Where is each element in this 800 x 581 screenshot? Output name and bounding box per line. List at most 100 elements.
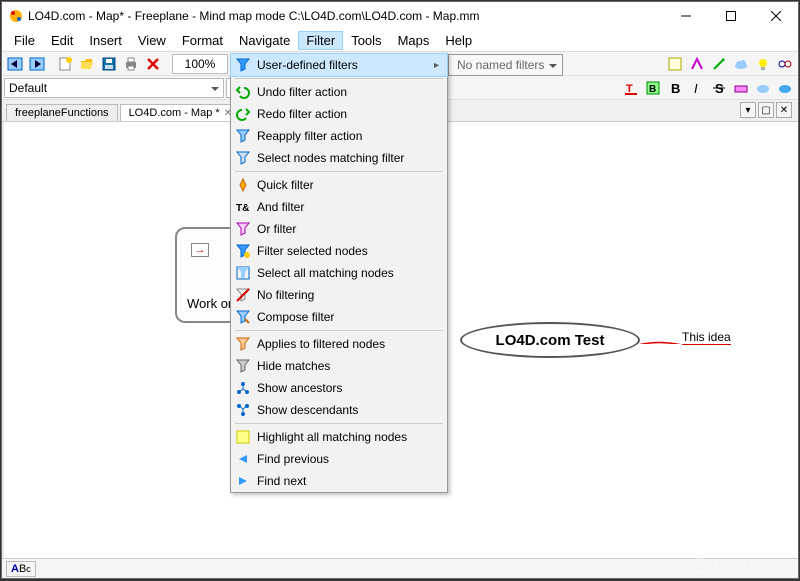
canvas-left-handle[interactable] bbox=[2, 122, 4, 558]
minimize-button[interactable] bbox=[663, 2, 708, 30]
app-icon bbox=[8, 8, 24, 24]
svg-text:I: I bbox=[694, 81, 698, 96]
tab[interactable]: LO4D.com - Map *✕ bbox=[120, 104, 241, 121]
menu-edit[interactable]: Edit bbox=[43, 31, 81, 50]
menu-item[interactable]: Find next bbox=[231, 470, 447, 492]
menu-file[interactable]: File bbox=[6, 31, 43, 50]
menu-item[interactable]: Applies to filtered nodes bbox=[231, 333, 447, 355]
menu-item[interactable]: Quick filter bbox=[231, 174, 447, 196]
watermark: LO4D.com bbox=[692, 557, 788, 573]
menu-item[interactable]: Undo filter action bbox=[231, 81, 447, 103]
menu-bar: FileEditInsertViewFormatNavigateFilterTo… bbox=[2, 30, 798, 52]
menu-format[interactable]: Format bbox=[174, 31, 231, 50]
bg-color-icon[interactable]: B bbox=[642, 77, 664, 99]
tab-control-restore[interactable]: ▢ bbox=[758, 102, 774, 118]
redo-icon bbox=[235, 106, 251, 122]
edge-color-icon[interactable] bbox=[730, 77, 752, 99]
menu-item-label: User-defined filters bbox=[257, 58, 358, 72]
tab-control-close[interactable]: ✕ bbox=[776, 102, 792, 118]
show-descendants-icon bbox=[235, 402, 251, 418]
strike-icon[interactable]: S bbox=[708, 77, 730, 99]
menu-item[interactable]: Redo filter action bbox=[231, 103, 447, 125]
toolbar-icon-b[interactable] bbox=[686, 53, 708, 75]
toolbar-icon-c[interactable] bbox=[708, 53, 730, 75]
oval-node[interactable]: LO4D.com Test bbox=[460, 322, 640, 358]
menu-help[interactable]: Help bbox=[437, 31, 480, 50]
menu-item-label: Compose filter bbox=[257, 310, 334, 324]
funnel-refresh-icon bbox=[235, 128, 251, 144]
new-button[interactable] bbox=[54, 53, 76, 75]
menu-item-label: Undo filter action bbox=[257, 85, 347, 99]
select-all-match-icon bbox=[235, 265, 251, 281]
compose-filter-icon bbox=[235, 309, 251, 325]
menu-item[interactable]: Select all matching nodes bbox=[231, 262, 447, 284]
tab[interactable]: freeplaneFunctions bbox=[6, 104, 118, 121]
menu-maps[interactable]: Maps bbox=[390, 31, 438, 50]
menu-item[interactable]: Select nodes matching filter bbox=[231, 147, 447, 169]
print-button[interactable] bbox=[120, 53, 142, 75]
menu-item[interactable]: Filter selected nodes bbox=[231, 240, 447, 262]
menu-navigate[interactable]: Navigate bbox=[231, 31, 298, 50]
next-map-button[interactable] bbox=[26, 53, 48, 75]
italic-icon[interactable]: I bbox=[686, 77, 708, 99]
tab-control-dropdown[interactable]: ▾ bbox=[740, 102, 756, 118]
hide-matches-icon bbox=[235, 358, 251, 374]
menu-item-label: Redo filter action bbox=[257, 107, 347, 121]
menu-item[interactable]: Or filter bbox=[231, 218, 447, 240]
menu-item[interactable]: Show descendants bbox=[231, 399, 447, 421]
menu-item-label: Show descendants bbox=[257, 403, 358, 417]
text-color-icon[interactable]: T bbox=[620, 77, 642, 99]
menu-insert[interactable]: Insert bbox=[81, 31, 130, 50]
close-button[interactable] bbox=[753, 2, 798, 30]
maximize-button[interactable] bbox=[708, 2, 753, 30]
menu-item[interactable]: User-defined filters bbox=[231, 54, 447, 76]
toolbar-icon-a[interactable] bbox=[664, 53, 686, 75]
link-icon[interactable] bbox=[774, 53, 796, 75]
svg-text:B: B bbox=[671, 81, 680, 96]
menu-item[interactable]: No filtering bbox=[231, 284, 447, 306]
prev-map-button[interactable] bbox=[4, 53, 26, 75]
menu-item-label: Show ancestors bbox=[257, 381, 342, 395]
status-bar: ABc bbox=[2, 558, 798, 578]
menu-item[interactable]: Show ancestors bbox=[231, 377, 447, 399]
tab-label: freeplaneFunctions bbox=[15, 107, 109, 119]
style-combo[interactable]: Default bbox=[4, 78, 224, 98]
zoom-combo[interactable]: 100% bbox=[172, 54, 228, 74]
menu-item[interactable]: Hide matches bbox=[231, 355, 447, 377]
show-ancestors-icon bbox=[235, 380, 251, 396]
menu-item[interactable]: T&And filter bbox=[231, 196, 447, 218]
menu-item[interactable]: Reapply filter action bbox=[231, 125, 447, 147]
status-left[interactable]: ABc bbox=[6, 561, 36, 577]
menu-separator bbox=[235, 423, 443, 424]
svg-text:B: B bbox=[649, 84, 656, 95]
bold-icon[interactable]: B bbox=[664, 77, 686, 99]
menu-item-label: Find previous bbox=[257, 452, 329, 466]
window-title: LO4D.com - Map* - Freeplane - Mind map m… bbox=[28, 9, 663, 23]
menu-item[interactable]: Compose filter bbox=[231, 306, 447, 328]
idea-node[interactable]: This idea bbox=[682, 330, 731, 345]
quick-filter-icon bbox=[235, 177, 251, 193]
save-button[interactable] bbox=[98, 53, 120, 75]
delete-button[interactable] bbox=[142, 53, 164, 75]
named-filter-combo[interactable]: No named filters bbox=[448, 54, 563, 76]
expand-icon[interactable]: → bbox=[191, 243, 209, 257]
menu-tools[interactable]: Tools bbox=[343, 31, 389, 50]
find-next-icon bbox=[235, 473, 251, 489]
idea-icon[interactable] bbox=[752, 53, 774, 75]
filter-menu: User-defined filters Undo filter action Re… bbox=[230, 53, 448, 493]
menu-item-label: Quick filter bbox=[257, 178, 314, 192]
tab-label: LO4D.com - Map * bbox=[129, 107, 220, 119]
svg-text:T&: T& bbox=[236, 203, 249, 214]
watermark-text: LO4D.com bbox=[714, 557, 788, 573]
menu-item-label: Reapply filter action bbox=[257, 129, 362, 143]
menu-item-label: Select nodes matching filter bbox=[257, 151, 404, 165]
cloud-icon[interactable] bbox=[730, 53, 752, 75]
open-button[interactable] bbox=[76, 53, 98, 75]
cloud-toggle-icon[interactable] bbox=[752, 77, 774, 99]
menu-view[interactable]: View bbox=[130, 31, 174, 50]
menu-filter[interactable]: Filter bbox=[298, 31, 343, 50]
cloud-color-icon[interactable] bbox=[774, 77, 796, 99]
menu-item[interactable]: Highlight all matching nodes bbox=[231, 426, 447, 448]
menu-item[interactable]: Find previous bbox=[231, 448, 447, 470]
menu-item-label: Filter selected nodes bbox=[257, 244, 368, 258]
